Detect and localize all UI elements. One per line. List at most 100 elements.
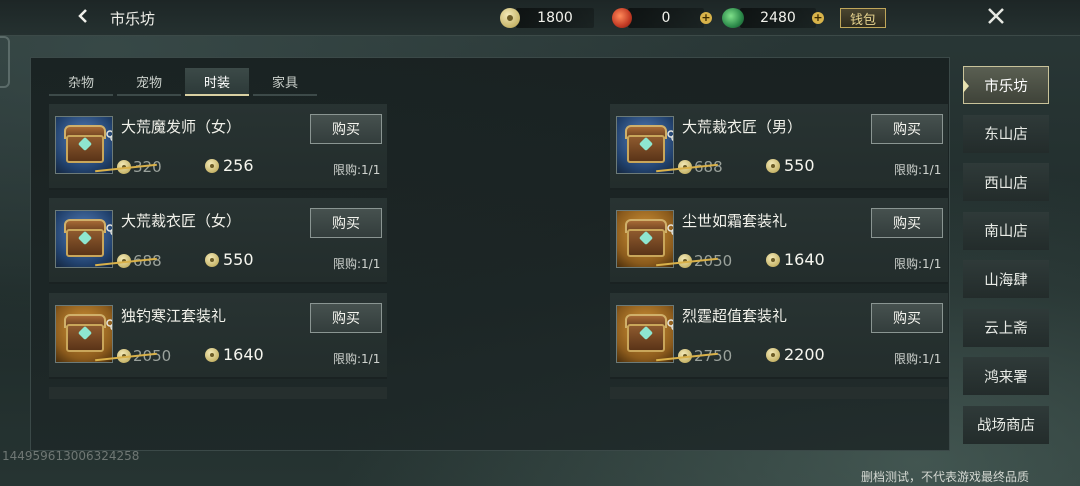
jade-orb-amount: 2480: [740, 8, 816, 28]
purchase-limit: 限购:1/1: [333, 163, 381, 177]
list-next-row: [610, 387, 948, 399]
coin-icon: [500, 8, 520, 28]
item-card: 1 大荒魔发师（女） 购买 320 256 限购:1/1: [49, 104, 387, 190]
item-quantity: 1: [669, 265, 673, 267]
original-price: 2750: [656, 347, 732, 365]
item-icon[interactable]: 1: [55, 210, 113, 268]
item-name: 大荒裁衣匠（女）: [121, 212, 242, 230]
currency-jade-orb: 2480 +: [722, 6, 824, 30]
item-card: 1 大荒裁衣匠（男） 购买 688 550 限购:1/1: [610, 104, 948, 190]
tab-fashion[interactable]: 时装: [185, 68, 249, 96]
tab-furniture[interactable]: 家具: [253, 68, 317, 96]
sale-price: 550: [766, 156, 815, 175]
red-orb-amount: 0: [628, 8, 704, 28]
buy-button[interactable]: 购买: [310, 303, 382, 333]
nav-battlefield-shop[interactable]: 战场商店: [963, 405, 1049, 444]
nav-nanshan[interactable]: 南山店: [963, 211, 1049, 250]
nav-dongshan[interactable]: 东山店: [963, 114, 1049, 153]
buy-button[interactable]: 购买: [871, 208, 943, 238]
top-bar: 市乐坊 1800 0 + 2480 + 钱包: [0, 0, 1080, 36]
add-jade-orb-button[interactable]: +: [812, 12, 824, 24]
purchase-limit: 限购:1/1: [894, 257, 942, 271]
sale-price-value: 550: [223, 250, 254, 269]
sale-price: 1640: [766, 250, 825, 269]
link-icon: [667, 221, 673, 240]
jade-orb-icon: [722, 8, 744, 28]
item-card: 1 烈霆超值套装礼 购买 2750 2200 限购:1/1: [610, 293, 948, 379]
original-price: 2050: [95, 347, 171, 365]
item-name: 大荒裁衣匠（男）: [682, 118, 803, 136]
sale-price: 256: [205, 156, 254, 175]
wallet-button[interactable]: 钱包: [840, 8, 886, 28]
item-name: 大荒魔发师（女）: [121, 118, 242, 136]
item-card: 1 尘世如霜套装礼 购买 2050 1640 限购:1/1: [610, 198, 948, 284]
coin-icon: [766, 252, 780, 267]
add-red-orb-button[interactable]: +: [700, 12, 712, 24]
tab-misc[interactable]: 杂物: [49, 68, 113, 96]
currency-red-orb: 0 +: [612, 6, 712, 30]
buy-button[interactable]: 购买: [310, 208, 382, 238]
page-title: 市乐坊: [110, 10, 156, 28]
item-icon[interactable]: 1: [616, 116, 674, 174]
item-name: 烈霆超值套装礼: [682, 307, 788, 325]
link-icon: [667, 316, 673, 335]
buy-button[interactable]: 购买: [871, 303, 943, 333]
disclaimer-text: 删档测试，不代表游戏最终品质: [861, 470, 1030, 484]
item-icon[interactable]: 1: [55, 305, 113, 363]
hexagon-decoration: [0, 36, 10, 88]
purchase-limit: 限购:1/1: [894, 163, 942, 177]
sale-price-value: 550: [784, 156, 815, 175]
sale-price: 2200: [766, 345, 825, 364]
tab-pets[interactable]: 宠物: [117, 68, 181, 96]
item-icon[interactable]: 1: [616, 210, 674, 268]
purchase-limit: 限购:1/1: [333, 257, 381, 271]
item-quantity: 1: [669, 360, 673, 362]
nav-shanhaisi[interactable]: 山海肆: [963, 260, 1049, 298]
nav-xishan[interactable]: 西山店: [963, 163, 1049, 201]
list-next-row: [49, 387, 387, 399]
item-quantity: 1: [108, 360, 112, 362]
item-quantity: 1: [108, 265, 112, 267]
link-icon: [106, 221, 112, 240]
close-button[interactable]: [980, 3, 1012, 33]
original-price: 320: [95, 158, 162, 176]
sale-price: 1640: [205, 345, 264, 364]
original-price: 2050: [656, 252, 732, 270]
item-icon[interactable]: 1: [616, 305, 674, 363]
original-price: 688: [656, 158, 723, 176]
coin-icon: [205, 158, 219, 173]
item-name: 尘世如霜套装礼: [682, 212, 788, 230]
buy-button[interactable]: 购买: [871, 114, 943, 144]
item-icon[interactable]: 1: [55, 116, 113, 174]
sale-price-value: 1640: [784, 250, 825, 269]
coin-icon: [766, 347, 780, 362]
back-button[interactable]: [68, 4, 98, 32]
coin-icon: [205, 347, 219, 362]
sale-price-value: 1640: [223, 345, 264, 364]
coin-icon: [205, 252, 219, 267]
item-name: 独钓寒江套装礼: [121, 307, 227, 325]
link-icon: [106, 316, 112, 335]
close-icon: [986, 6, 1006, 30]
shop-panel: 杂物 宠物 时装 家具 1 大荒魔发师（女） 购买 320 256 限购:1/1: [30, 57, 950, 451]
nav-shilefang[interactable]: 市乐坊: [963, 66, 1049, 104]
currency-coin: 1800: [500, 6, 594, 30]
chevron-left-icon: [75, 8, 91, 28]
category-tabs: 杂物 宠物 时装 家具: [49, 68, 317, 96]
item-quantity: 1: [669, 171, 673, 173]
original-price: 688: [95, 252, 162, 270]
shop-nav: 市乐坊 东山店 西山店 南山店 山海肆 云上斋 鸿来署 战场商店: [963, 66, 1049, 454]
coin-amount: 1800: [516, 8, 594, 28]
purchase-limit: 限购:1/1: [894, 352, 942, 366]
sale-price: 550: [205, 250, 254, 269]
red-orb-icon: [612, 8, 632, 28]
sale-price-value: 256: [223, 156, 254, 175]
item-card: 1 大荒裁衣匠（女） 购买 688 550 限购:1/1: [49, 198, 387, 284]
buy-button[interactable]: 购买: [310, 114, 382, 144]
link-icon: [667, 127, 673, 146]
coin-icon: [766, 158, 780, 173]
nav-honglaishu[interactable]: 鸿来署: [963, 357, 1049, 395]
user-id-watermark: 1449596130063242​58: [2, 449, 140, 463]
nav-yunshangzhai[interactable]: 云上斋: [963, 308, 1049, 347]
sale-price-value: 2200: [784, 345, 825, 364]
